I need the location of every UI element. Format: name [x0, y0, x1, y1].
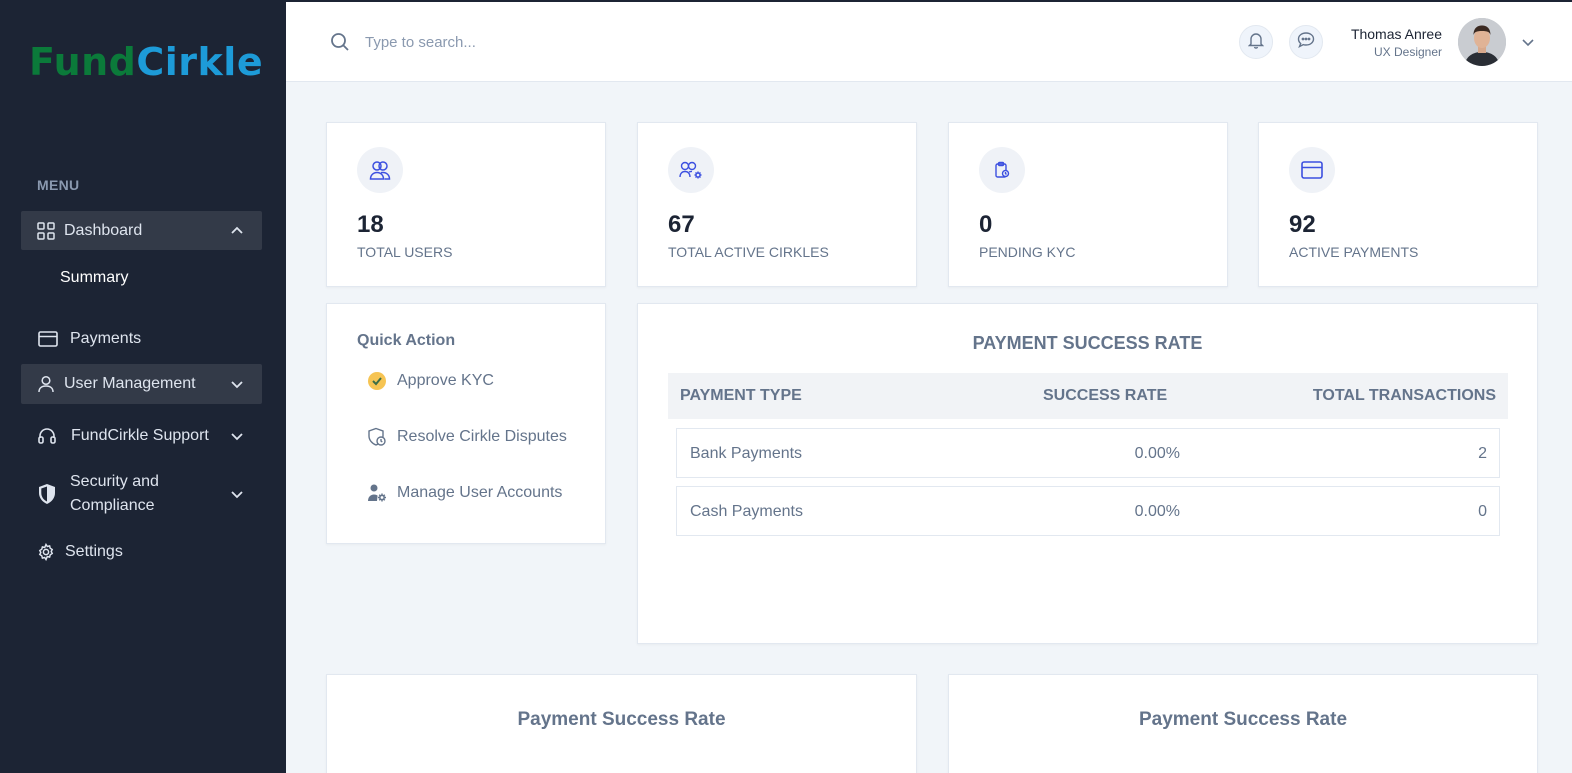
chevron-down-icon[interactable] [1521, 35, 1535, 49]
sidebar-item-settings[interactable]: Settings [21, 539, 262, 565]
card-title: Payment Success Rate [1138, 709, 1348, 730]
users-icon [357, 147, 403, 193]
notification-button[interactable] [1239, 25, 1273, 59]
users-gear-icon [668, 147, 714, 193]
check-badge-icon [367, 371, 387, 391]
gear-icon [36, 542, 56, 562]
menu-label: MENU [37, 177, 80, 193]
resolve-disputes-action[interactable]: Resolve Cirkle Disputes [367, 427, 567, 447]
total-transactions-cell: 2 [1478, 445, 1487, 462]
payment-type-cell: Bank Payments [690, 445, 803, 462]
approve-kyc-action[interactable]: Approve KYC [367, 371, 494, 391]
quick-action-card: Quick Action Approve KYC Resolve Cirkle … [326, 303, 606, 544]
chat-bubble-icon [1297, 31, 1315, 54]
sidebar-item-user-management[interactable]: User Management [21, 364, 262, 404]
search-icon[interactable] [330, 32, 350, 52]
sidebar-subitem-summary[interactable]: Summary [60, 269, 128, 287]
stat-value: 67 [668, 211, 695, 238]
stat-card-pending-kyc: 0 PENDING KYC [948, 122, 1228, 287]
window-top-border [0, 0, 1572, 2]
shield-clock-icon [367, 427, 387, 447]
sidebar-item-label: Payments [70, 330, 142, 347]
payment-success-rate-chart-card: Payment Success Rate [948, 674, 1538, 773]
stat-label: ACTIVE PAYMENTS [1289, 244, 1419, 260]
stat-label: TOTAL ACTIVE CIRKLES [668, 244, 829, 260]
sidebar-item-label: Settings [65, 543, 123, 560]
payment-success-rate-chart-card: Payment Success Rate [326, 674, 917, 773]
sidebar-item-label: Security and Compliance [70, 473, 159, 514]
avatar[interactable] [1458, 18, 1506, 66]
table-row: Bank Payments 0.00% 2 [676, 428, 1500, 478]
stat-card-total-users: 18 TOTAL USERS [326, 122, 606, 287]
messages-button[interactable] [1289, 25, 1323, 59]
chevron-down-icon [230, 377, 244, 391]
clipboard-icon [979, 147, 1025, 193]
card-title: Payment Success Rate [517, 709, 726, 730]
success-rate-cell: 0.00% [1134, 503, 1180, 520]
stat-label: PENDING KYC [979, 244, 1076, 260]
bell-icon [1247, 31, 1265, 54]
user-gear-icon [367, 483, 387, 503]
sidebar-item-security-compliance[interactable]: Security and Compliance [21, 470, 262, 518]
credit-card-icon [38, 329, 58, 349]
sidebar-item-fundcirkle-support[interactable]: FundCirkle Support [21, 422, 262, 450]
stat-card-active-cirkles: 67 TOTAL ACTIVE CIRKLES [637, 122, 917, 287]
user-name[interactable]: Thomas Anree [1351, 26, 1442, 42]
column-header-success-rate: SUCCESS RATE [1043, 387, 1168, 404]
brand-logo-part1: Fund [29, 40, 137, 84]
table-header: PAYMENT TYPE SUCCESS RATE TOTAL TRANSACT… [668, 373, 1508, 419]
quick-action-label: Resolve Cirkle Disputes [397, 428, 567, 445]
column-header-payment-type: PAYMENT TYPE [680, 387, 802, 404]
chevron-down-icon [230, 487, 244, 501]
success-rate-cell: 0.00% [1134, 445, 1180, 462]
sidebar: FundCirkle MENU Dashboard Summary Paymen… [0, 0, 286, 773]
grid-icon [36, 221, 56, 241]
user-icon [36, 374, 56, 394]
payment-success-rate-card: PAYMENT SUCCESS RATE PAYMENT TYPE SUCCES… [637, 303, 1538, 644]
chevron-down-icon [230, 429, 244, 443]
stat-value: 92 [1289, 211, 1316, 238]
chevron-up-icon [230, 224, 244, 238]
quick-action-label: Manage User Accounts [397, 484, 563, 501]
sidebar-item-payments[interactable]: Payments [21, 325, 262, 353]
quick-action-label: Approve KYC [397, 372, 494, 389]
search-input[interactable] [365, 30, 765, 54]
total-transactions-cell: 0 [1478, 503, 1487, 520]
payment-type-cell: Cash Payments [690, 503, 803, 520]
sidebar-item-dashboard[interactable]: Dashboard [21, 211, 262, 250]
stat-value: 18 [357, 211, 384, 238]
column-header-total-transactions: TOTAL TRANSACTIONS [1312, 387, 1496, 404]
table-row: Cash Payments 0.00% 0 [676, 486, 1500, 536]
top-header: Thomas Anree UX Designer [286, 2, 1572, 82]
stat-value: 0 [979, 211, 993, 238]
sidebar-item-label: FundCirkle Support [71, 427, 209, 444]
shield-icon [37, 484, 57, 504]
brand-logo-part2: Cirkle [136, 40, 264, 84]
brand-logo[interactable]: FundCirkle [29, 40, 263, 84]
user-role: UX Designer [1373, 45, 1442, 59]
quick-action-title: Quick Action [357, 332, 456, 349]
card-title: PAYMENT SUCCESS RATE [972, 333, 1203, 353]
manage-users-action[interactable]: Manage User Accounts [367, 483, 562, 503]
sidebar-item-label: Dashboard [64, 221, 143, 239]
stat-card-active-payments: 92 ACTIVE PAYMENTS [1258, 122, 1538, 287]
credit-card-icon [1289, 147, 1335, 193]
headset-icon [37, 426, 57, 446]
sidebar-item-label: User Management [64, 375, 196, 392]
stat-label: TOTAL USERS [357, 244, 453, 260]
